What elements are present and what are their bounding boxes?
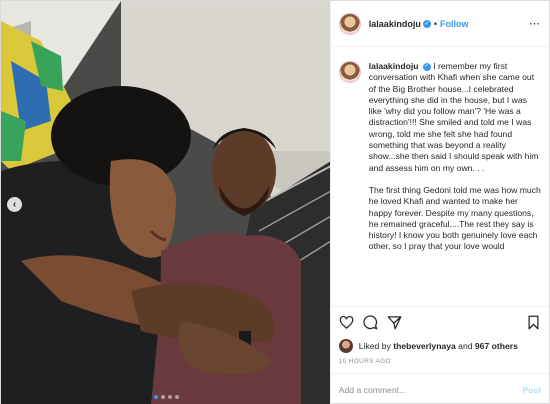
verified-icon: ✓ [422,62,431,71]
action-bar [330,306,549,338]
carousel-indicator [1,395,330,399]
heart-icon[interactable] [339,315,354,330]
instagram-post: ‹ lalaakindoju ✓ • Follow ⋯ lalaakindoju… [0,0,550,404]
caption-text: lalaakindoju ✓ I remember my first conve… [369,61,541,306]
caption-area[interactable]: lalaakindoju ✓ I remember my first conve… [331,47,549,306]
avatar[interactable] [338,12,361,35]
post-photo[interactable]: ‹ [1,1,330,404]
liker-username[interactable]: thebeverlynaya [393,341,456,351]
likes-row: Liked by thebeverlynaya and 967 others [331,338,549,354]
carousel-dot [174,395,179,399]
chevron-left-icon: ‹ [12,199,17,210]
liker-avatar[interactable] [338,339,353,353]
post-comment-button[interactable]: Post [522,385,541,395]
post-header: lalaakindoju ✓ • Follow ⋯ [330,1,549,47]
comment-input[interactable] [338,384,523,395]
header-username[interactable]: lalaakindoju [369,19,421,29]
likes-prefix: Liked by [358,341,391,351]
carousel-dot [167,395,172,399]
carousel-prev-button[interactable]: ‹ [7,197,22,212]
likes-joiner: and [458,341,473,351]
carousel-dot [160,395,165,399]
post-timestamp[interactable]: 10 HOURS AGO [331,354,549,373]
caption-paragraph-1: I remember my first conversation with Kh… [368,61,539,173]
share-icon[interactable] [387,315,402,330]
post-side-panel: lalaakindoju ✓ • Follow ⋯ lalaakindoju ✓… [329,1,549,404]
follow-button[interactable]: Follow [440,19,469,29]
photo-illustration [1,1,330,404]
bookmark-icon[interactable] [526,315,541,330]
carousel-dot [153,395,158,399]
caption-paragraph-2: The first thing Gedoni told me was how m… [368,184,541,252]
comment-icon[interactable] [363,315,378,330]
more-options-icon[interactable]: ⋯ [529,17,541,30]
caption-username[interactable]: lalaakindoju [369,61,419,71]
caption-avatar[interactable] [338,61,361,83]
header-separator: • [433,18,437,29]
likes-count[interactable]: 967 others [475,341,518,351]
verified-icon: ✓ [422,19,431,28]
comment-box: Post [330,373,549,404]
